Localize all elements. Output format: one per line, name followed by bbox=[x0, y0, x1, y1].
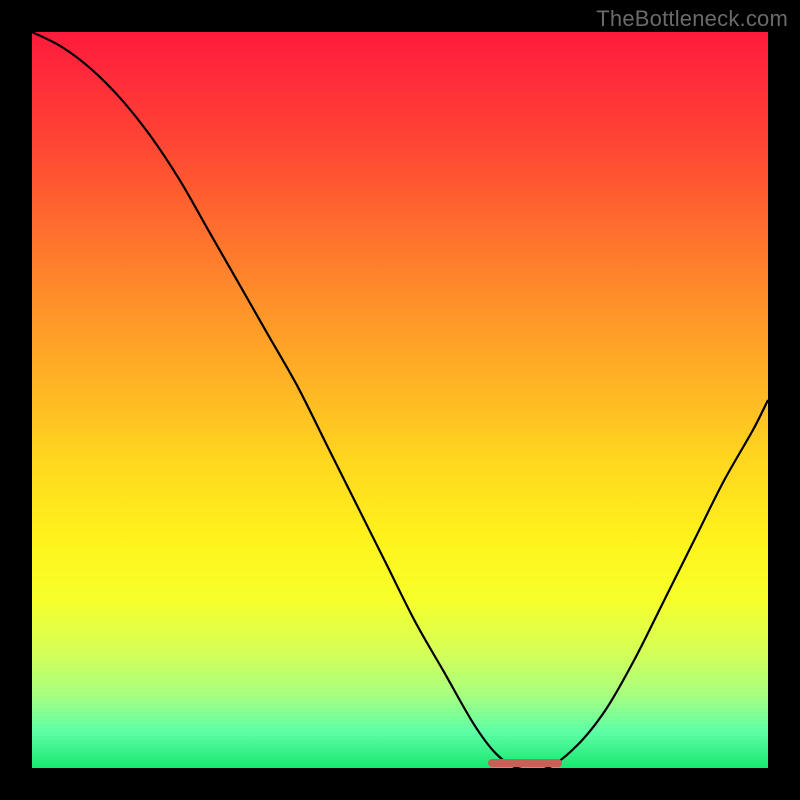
optimal-range-marker bbox=[488, 759, 562, 767]
curve-path bbox=[32, 32, 768, 768]
watermark-text: TheBottleneck.com bbox=[596, 6, 788, 32]
plot-area bbox=[32, 32, 768, 768]
chart-frame: TheBottleneck.com bbox=[0, 0, 800, 800]
bottleneck-curve bbox=[32, 32, 768, 768]
